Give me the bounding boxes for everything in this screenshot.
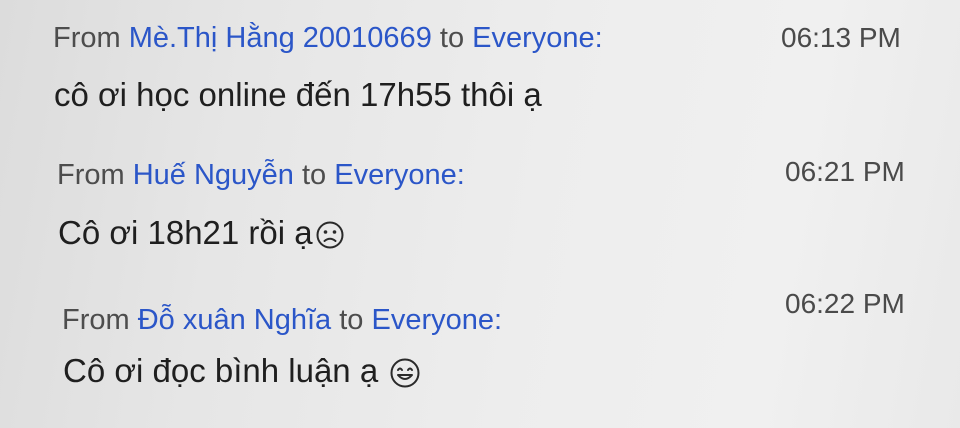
chat-messages-panel: From Mè.Thị Hằng 20010669 to Everyone: 0… bbox=[0, 0, 960, 428]
to-label: to bbox=[331, 304, 372, 336]
message-text: Cô ơi đọc bình luận ạ bbox=[63, 352, 421, 390]
sender-name[interactable]: Huế Nguyễn bbox=[133, 159, 294, 191]
message-header: From Đỗ xuân Nghĩa to Everyone: bbox=[62, 304, 502, 337]
sender-name[interactable]: Đỗ xuân Nghĩa bbox=[138, 304, 331, 336]
message-header: From Mè.Thị Hằng 20010669 to Everyone: bbox=[53, 22, 603, 55]
smiling-face-icon bbox=[389, 357, 421, 389]
message-timestamp: 06:21 PM bbox=[785, 156, 905, 187]
recipient-name: Everyone: bbox=[334, 159, 465, 191]
recipient-name: Everyone: bbox=[472, 22, 603, 54]
from-label: From bbox=[57, 159, 133, 191]
to-label: to bbox=[431, 22, 473, 54]
message-text: Cô ơi 18h21 rồi ạ bbox=[58, 214, 345, 252]
message-text-content: Cô ơi đọc bình luận ạ bbox=[63, 352, 379, 389]
recipient-name: Everyone: bbox=[371, 304, 503, 336]
from-label: From bbox=[53, 22, 129, 54]
message-text-content: Cô ơi 18h21 rồi ạ bbox=[58, 214, 313, 251]
message-header: From Huế Nguyễn to Everyone: bbox=[57, 159, 465, 192]
message-timestamp: 06:13 PM bbox=[781, 22, 901, 53]
message-timestamp: 06:22 PM bbox=[785, 288, 905, 319]
message-text: cô ơi học online đến 17h55 thôi ạ bbox=[54, 76, 542, 114]
from-label: From bbox=[62, 304, 138, 336]
message-text-content: cô ơi học online đến 17h55 thôi ạ bbox=[54, 76, 542, 113]
sender-name[interactable]: Mè.Thị Hằng 20010669 bbox=[129, 22, 432, 54]
sad-face-icon bbox=[315, 220, 345, 250]
to-label: to bbox=[293, 159, 335, 191]
